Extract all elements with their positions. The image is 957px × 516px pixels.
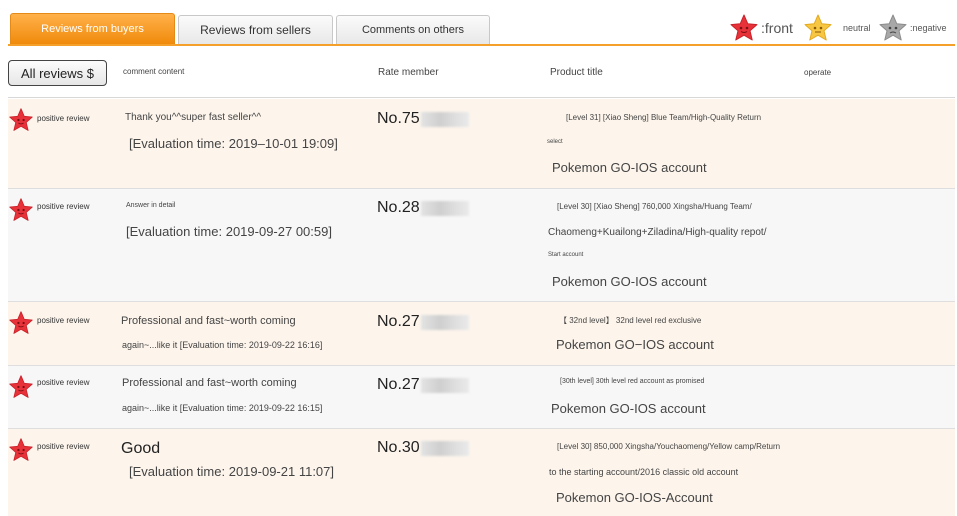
legend-negative-label: :negative bbox=[910, 23, 947, 33]
positive-star-icon bbox=[9, 438, 33, 461]
review-content: Thank you^^super fast seller^^ bbox=[125, 112, 262, 123]
review-row: positive review Answer in detail [Evalua… bbox=[8, 189, 955, 302]
rate-member: No.75 bbox=[377, 110, 469, 128]
all-reviews-filter-button[interactable]: All reviews $ bbox=[8, 60, 107, 86]
review-type-label: positive review bbox=[37, 378, 90, 387]
review-content: Professional and fast~worth coming bbox=[122, 377, 297, 389]
blurred-member-id bbox=[420, 111, 469, 127]
tab-underline bbox=[8, 44, 955, 46]
member-number: No.75 bbox=[377, 110, 420, 127]
review-type-label: positive review bbox=[37, 114, 90, 123]
blurred-member-id bbox=[420, 377, 469, 393]
tab-reviews-from-sellers[interactable]: Reviews from sellers bbox=[178, 15, 333, 44]
blurred-member-id bbox=[420, 440, 469, 456]
yellow-star-icon bbox=[804, 14, 832, 41]
review-content: Answer in detail bbox=[126, 202, 176, 209]
member-number: No.27 bbox=[377, 313, 420, 330]
product-name[interactable]: Pokemon GO-IOS-Account bbox=[556, 490, 713, 505]
tab-reviews-from-buyers[interactable]: Reviews from buyers bbox=[10, 13, 175, 44]
review-content: Professional and fast~worth coming bbox=[121, 315, 296, 327]
column-rate-member: Rate member bbox=[378, 67, 439, 78]
product-name[interactable]: Pokemon GO−IOS account bbox=[556, 337, 714, 352]
product-title-line[interactable]: [30th level] 30th level red account as p… bbox=[560, 378, 704, 385]
red-star-icon bbox=[730, 14, 758, 41]
product-title-line[interactable]: 【 32nd level】 32nd level red exclusive bbox=[559, 315, 701, 326]
tab-comments-on-others[interactable]: Comments on others bbox=[336, 15, 490, 44]
member-number: No.28 bbox=[377, 199, 420, 216]
review-type-label: positive review bbox=[37, 442, 90, 451]
table-header: All reviews $ comment content Rate membe… bbox=[8, 48, 955, 98]
product-title-line[interactable]: Start account bbox=[548, 252, 583, 258]
product-title-line[interactable]: select bbox=[547, 139, 563, 145]
product-title-line[interactable]: to the starting account/2016 classic old… bbox=[549, 467, 738, 477]
review-type-label: positive review bbox=[37, 202, 90, 211]
review-row: positive review Thank you^^super fast se… bbox=[8, 99, 955, 189]
product-title-line[interactable]: [Level 30] 850,000 Xingsha/Youchaomeng/Y… bbox=[557, 442, 780, 451]
member-number: No.27 bbox=[377, 376, 420, 393]
rate-member: No.27 bbox=[377, 313, 469, 331]
gray-star-icon bbox=[879, 14, 907, 41]
column-operate: operate bbox=[804, 68, 832, 77]
review-row: positive review Professional and fast~wo… bbox=[8, 366, 955, 429]
evaluation-time: [Evaluation time: 2019-09-27 00:59] bbox=[126, 224, 332, 239]
rate-member: No.28 bbox=[377, 199, 469, 217]
evaluation-time: again~...like it [Evaluation time: 2019-… bbox=[122, 403, 323, 413]
product-title-line[interactable]: [Level 30] [Xiao Sheng] 760,000 Xingsha/… bbox=[557, 202, 752, 211]
review-row: positive review Professional and fast~wo… bbox=[8, 302, 955, 366]
product-name[interactable]: Pokemon GO-IOS account bbox=[552, 160, 707, 175]
column-product-title: Product title bbox=[550, 67, 603, 78]
product-name[interactable]: Pokemon GO-IOS account bbox=[551, 401, 706, 416]
blurred-member-id bbox=[420, 314, 469, 330]
product-title-line[interactable]: Chaomeng+Kuailong+Ziladina/High-quality … bbox=[548, 227, 766, 238]
legend-neutral-label: neutral bbox=[843, 23, 871, 33]
rate-member: No.27 bbox=[377, 376, 469, 394]
evaluation-time: again~...like it [Evaluation time: 2019-… bbox=[122, 340, 323, 350]
positive-star-icon bbox=[9, 108, 33, 131]
product-title-line[interactable]: [Level 31] [Xiao Sheng] Blue Team/High-Q… bbox=[566, 113, 761, 122]
member-number: No.30 bbox=[377, 439, 420, 456]
product-name[interactable]: Pokemon GO-IOS account bbox=[552, 274, 707, 289]
review-content: Good bbox=[121, 440, 161, 457]
legend-negative: :negative bbox=[878, 12, 947, 44]
legend-front: :front bbox=[729, 12, 793, 44]
legend-neutral: neutral bbox=[803, 12, 871, 44]
rate-member: No.30 bbox=[377, 439, 469, 457]
evaluation-time: [Evaluation time: 2019-09-21 11:07] bbox=[129, 464, 335, 479]
positive-star-icon bbox=[9, 375, 33, 398]
positive-star-icon bbox=[9, 198, 33, 221]
column-comment-content: comment content bbox=[123, 67, 185, 76]
blurred-member-id bbox=[420, 200, 469, 216]
review-row: positive review Good [Evaluation time: 2… bbox=[8, 429, 955, 516]
legend-front-label: :front bbox=[761, 20, 793, 36]
evaluation-time: [Evaluation time: 2019–10-01 19:09] bbox=[129, 136, 338, 151]
positive-star-icon bbox=[9, 311, 33, 334]
review-type-label: positive review bbox=[37, 316, 90, 325]
